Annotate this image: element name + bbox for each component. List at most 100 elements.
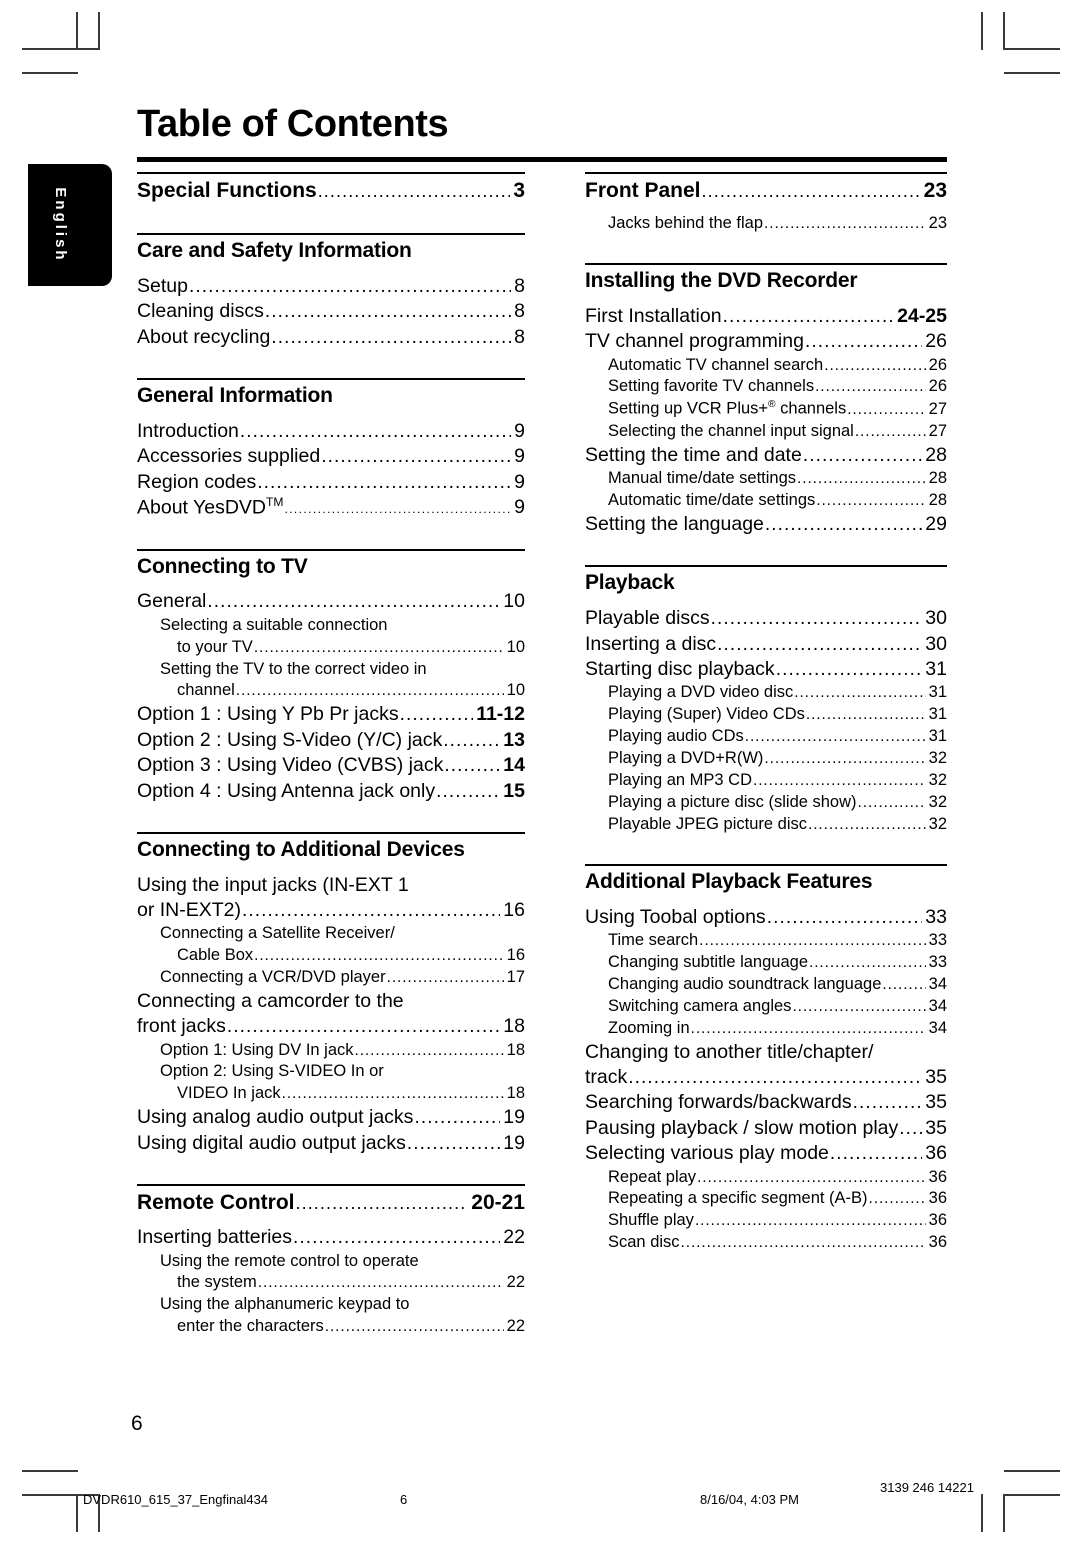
toc-entry[interactable]: About YesDVDTM 9 [137,495,525,521]
toc-page-number: 11-12 [476,703,525,726]
language-tab: English [28,164,112,286]
toc-entry[interactable]: channel 10 [137,680,525,702]
toc-entry[interactable]: Setting favorite TV channels 26 [585,376,947,398]
toc-entry[interactable]: Searching forwards/backwards 35 [585,1090,947,1115]
toc-entry[interactable]: Setting the time and date 28 [585,443,947,468]
toc-entry[interactable]: Using the alphanumeric keypad to [137,1294,525,1316]
toc-entry[interactable]: or IN-EXT2) 16 [137,898,525,923]
toc-entry[interactable]: Automatic TV channel search 26 [585,355,947,377]
toc-entry[interactable]: enter the characters 22 [137,1316,525,1338]
toc-page-number: 9 [514,470,525,493]
toc-entry[interactable]: Setting the TV to the correct video in [137,659,525,681]
toc-entry-label: VIDEO In jack [177,1084,281,1103]
dot-leader [240,420,511,444]
toc-entry[interactable]: Connecting a VCR/DVD player 17 [137,967,525,989]
toc-entry[interactable]: Setting up VCR Plus+® channels 27 [585,398,947,420]
toc-entry[interactable]: Jacks behind the flap 23 [585,213,947,235]
toc-entry[interactable]: Option 1: Using DV In jack 18 [137,1040,525,1062]
toc-entry[interactable]: Repeat play 36 [585,1167,947,1189]
toc-entry[interactable]: track 35 [585,1065,947,1090]
toc-entry[interactable]: Changing subtitle language 33 [585,952,947,974]
toc-entry[interactable]: Selecting the channel input signal 27 [585,421,947,443]
toc-entry[interactable]: front jacks 18 [137,1014,525,1039]
toc-entry[interactable]: Introduction 9 [137,419,525,444]
toc-entry-label: Using analog audio output jacks [137,1106,414,1129]
toc-entry[interactable]: Connecting a Satellite Receiver/ [137,923,525,945]
toc-entry[interactable]: Cleaning discs 8 [137,299,525,324]
toc-entry[interactable]: Connecting a camcorder to the [137,989,525,1014]
dot-leader [271,326,511,350]
toc-page-number: 22 [506,1317,525,1336]
toc-entry[interactable]: TV channel programming 26 [585,329,947,354]
toc-entry[interactable]: Selecting various play mode 36 [585,1141,947,1166]
toc-entry[interactable]: First Installation 24-25 [585,304,947,329]
toc-entry[interactable]: Playable discs 30 [585,606,947,631]
toc-entry[interactable]: Option 4 : Using Antenna jack only 15 [137,779,525,804]
toc-entry[interactable]: Using digital audio output jacks 19 [137,1131,525,1156]
toc-section: Additional Playback Features Using Toobal… [585,863,947,1254]
dot-leader [282,1084,504,1105]
toc-entry-label: Introduction [137,419,239,442]
toc-entry[interactable]: Using analog audio output jacks 19 [137,1105,525,1130]
toc-entry[interactable]: Selecting a suitable connection [137,615,525,637]
toc-entry[interactable]: Playing an MP3 CD 32 [585,770,947,792]
toc-entry[interactable]: Playing audio CDs 31 [585,726,947,748]
toc-page-number: 8 [514,274,525,297]
toc-entry[interactable]: Setting the language 29 [585,512,947,537]
toc-entry[interactable]: VIDEO In jack 18 [137,1083,525,1105]
crop-mark [22,72,78,74]
toc-entry[interactable]: Playing a DVD+R(W) 32 [585,748,947,770]
toc-section-title: Care and Safety Information [137,238,412,262]
toc-entry[interactable]: Pausing playback / slow motion play 35 [585,1116,947,1141]
toc-entry-label: Option 2 : Using S-Video (Y/C) jack [137,728,443,751]
toc-entry[interactable]: Option 3 : Using Video (CVBS) jack 14 [137,753,525,778]
dot-leader [765,513,922,537]
toc-entry[interactable]: Inserting a disc 30 [585,632,947,657]
dot-leader [258,1273,504,1294]
toc-entry[interactable]: Scan disc 36 [585,1232,947,1254]
toc-section-head-entry[interactable]: Special Functions 3 [137,178,525,205]
toc-entry-label: About recycling [137,325,271,348]
toc-entry[interactable]: General 10 [137,589,525,614]
toc-entry[interactable]: Switching camera angles 34 [585,996,947,1018]
toc-entry[interactable]: Time search 33 [585,930,947,952]
toc-entry[interactable]: Automatic time/date settings 28 [585,490,947,512]
toc-entry[interactable]: Using the input jacks (IN-EXT 1 [137,873,525,898]
toc-entry[interactable]: Playing a picture disc (slide show) 32 [585,792,947,814]
toc-entry[interactable]: Repeating a specific segment (A-B) 36 [585,1188,947,1210]
toc-entry[interactable]: Using the remote control to operate [137,1251,525,1273]
section-rule [137,1184,525,1187]
toc-page-number: 26 [928,355,947,374]
toc-entry[interactable]: About recycling 8 [137,325,525,350]
toc-entry[interactable]: Manual time/date settings 28 [585,468,947,490]
toc-section-head-entry[interactable]: Remote Control 20-21 [137,1190,525,1217]
toc-entry[interactable]: Zooming in 34 [585,1018,947,1040]
toc-section-head-entry[interactable]: Front Panel 23 [585,178,947,205]
toc-entry[interactable]: the system 22 [137,1272,525,1294]
crop-mark [1004,72,1060,74]
toc-entry[interactable]: Region codes 9 [137,470,525,495]
toc-entry[interactable]: Option 2: Using S-VIDEO In or [137,1061,525,1083]
toc-entry[interactable]: Cable Box 16 [137,945,525,967]
toc-entry[interactable]: Starting disc playback 31 [585,657,947,682]
toc-entry[interactable]: Accessories supplied 9 [137,444,525,469]
toc-entry[interactable]: Playable JPEG picture disc 32 [585,814,947,836]
toc-entry[interactable]: Setup 8 [137,274,525,299]
toc-entry[interactable]: Using Toobal options 33 [585,905,947,930]
trademark-mark: ® [768,399,776,411]
toc-entry[interactable]: Shuffle play 36 [585,1210,947,1232]
toc-entry[interactable]: Changing to another title/chapter/ [585,1040,947,1065]
toc-entry[interactable]: Playing (Super) Video CDs 31 [585,704,947,726]
toc-entry[interactable]: Option 2 : Using S-Video (Y/C) jack 13 [137,728,525,753]
toc-entry[interactable]: Playing a DVD video disc 31 [585,682,947,704]
toc-entry[interactable]: Changing audio soundtrack language 34 [585,974,947,996]
toc-entry[interactable]: to your TV 10 [137,637,525,659]
toc-page-number: 34 [928,975,947,994]
toc-entry[interactable]: Option 1 : Using Y Pb Pr jacks 11-12 [137,702,525,727]
toc-entry[interactable]: Inserting batteries 22 [137,1225,525,1250]
toc-column-right: Front Panel 23 Jacks behind the flap 23 Inst… [585,172,947,1254]
